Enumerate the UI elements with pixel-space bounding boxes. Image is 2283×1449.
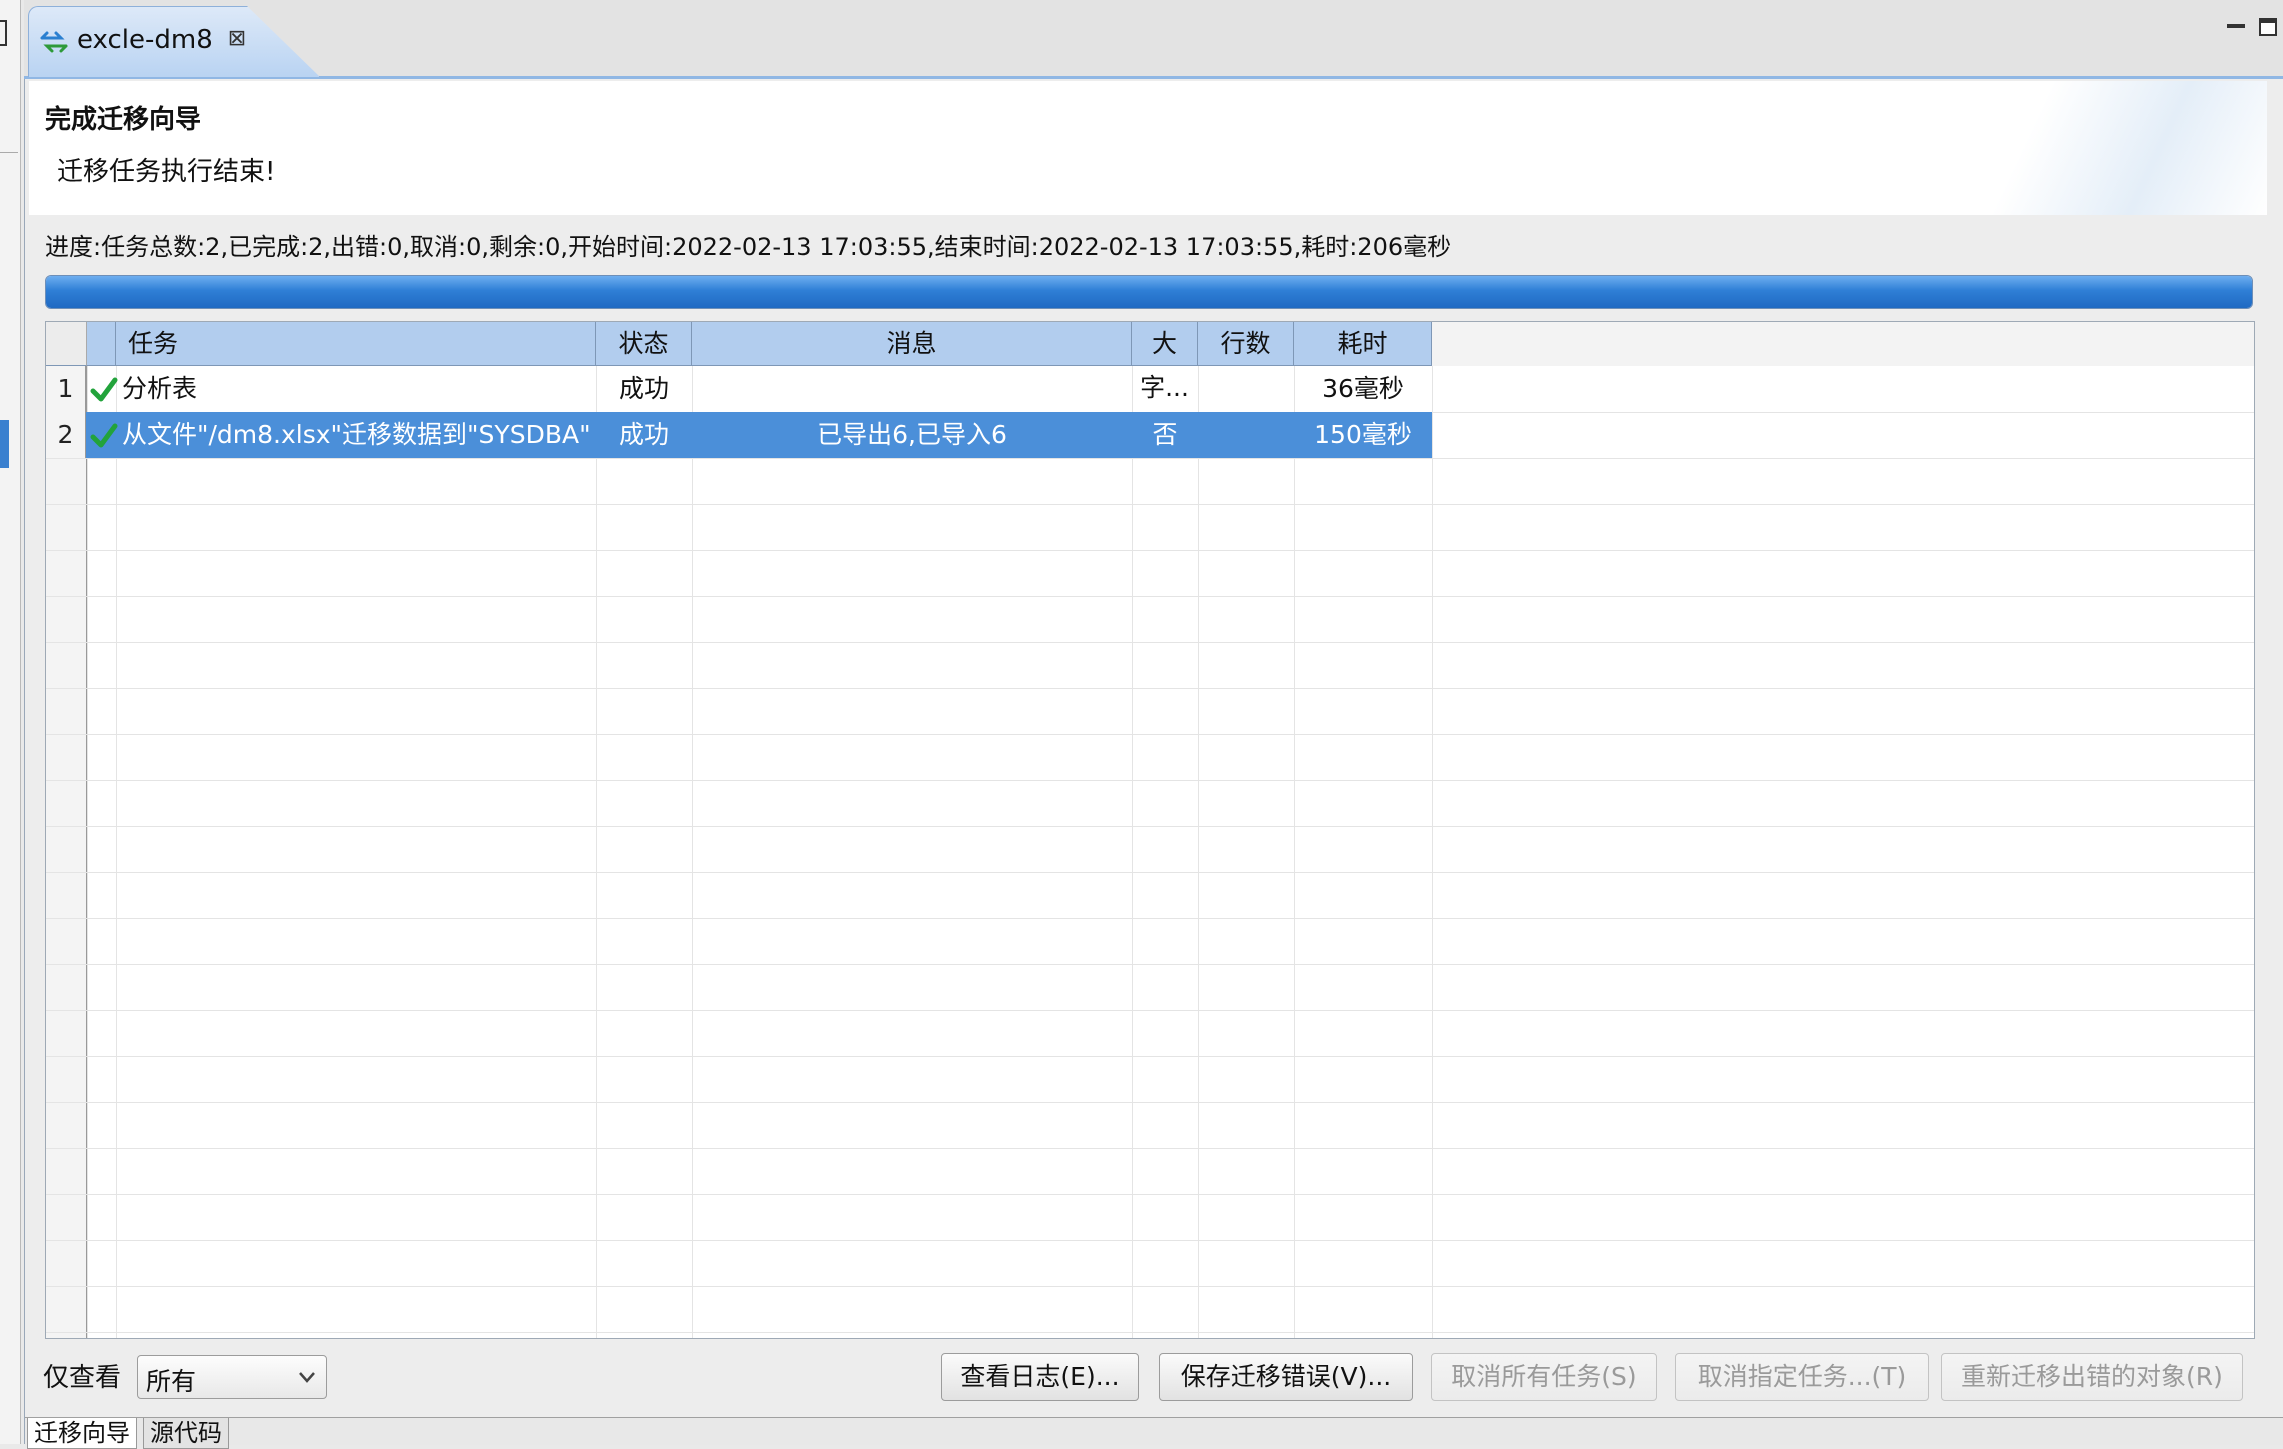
editor-tab-bar: excle-dm8 ⊠	[24, 0, 2283, 79]
task-message	[692, 366, 1132, 412]
grid-column-line	[1132, 366, 1133, 1338]
view-log-button[interactable]: 查看日志(E)...	[941, 1353, 1139, 1401]
table-body: 1 分析表 成功 36毫秒 2 从文件"/dm8.xlsx"迁移数据到"SYSD…	[46, 366, 2254, 1338]
maximize-button[interactable]	[2257, 16, 2279, 38]
grid-row-line	[46, 1194, 2254, 1195]
filter-label: 仅查看	[43, 1363, 122, 1393]
migration-editor: excle-dm8 ⊠ 完成迁移向导 迁移任务执行结束! 进度:任务总数:2,已…	[24, 0, 2283, 1449]
grid-column-line	[1294, 366, 1295, 1338]
grid-row-line	[46, 1148, 2254, 1149]
row-number: 2	[46, 412, 86, 458]
task-name: 分析表	[122, 374, 198, 403]
row-gutter	[46, 366, 87, 1338]
grid-row-line	[46, 1332, 2254, 1333]
grid-row-line	[46, 1056, 2254, 1057]
grid-row-line	[46, 1286, 2254, 1287]
grid-row-line	[46, 780, 2254, 781]
grid-row-line	[46, 642, 2254, 643]
task-time: 150毫秒	[1314, 420, 1412, 449]
grid-row-line	[46, 550, 2254, 551]
grid-column-line	[1432, 366, 1433, 1338]
grid-row-line	[46, 596, 2254, 597]
task-table[interactable]: 任务 状态 消息 大字... 行数 耗时 1 分析表 成功 36毫秒 2 从文件…	[45, 321, 2255, 1339]
retry-failed-button[interactable]: 重新迁移出错的对象(R)	[1941, 1353, 2243, 1401]
view-icon-fragment	[0, 20, 7, 46]
wizard-message: 迁移任务执行结束!	[57, 157, 276, 187]
check-icon	[90, 423, 118, 448]
grid-row-line	[46, 918, 2254, 919]
row-number-header	[46, 322, 87, 366]
grid-column-line	[1198, 366, 1199, 1338]
table-header: 任务 状态 消息 大字... 行数 耗时	[46, 322, 2254, 402]
task-rows	[1198, 366, 1294, 412]
column-header-time[interactable]: 耗时	[1294, 322, 1432, 366]
migrate-icon	[40, 31, 68, 53]
grid-row-line	[46, 872, 2254, 873]
task-status: 成功	[618, 420, 669, 449]
status-icon-header	[87, 322, 116, 366]
grid-column-line	[692, 366, 693, 1338]
table-row[interactable]: 1 分析表 成功 36毫秒	[46, 366, 2254, 412]
grid-row-line	[46, 734, 2254, 735]
minimize-button[interactable]	[2225, 16, 2247, 38]
task-status: 成功	[618, 374, 669, 403]
grid-row-line	[46, 688, 2254, 689]
task-lob: 否	[1152, 420, 1178, 449]
column-header-status[interactable]: 状态	[596, 322, 692, 366]
column-header-rows[interactable]: 行数	[1198, 322, 1294, 366]
chevron-down-icon	[299, 1372, 315, 1383]
cancel-selected-button[interactable]: 取消指定任务...(T)	[1675, 1353, 1929, 1401]
close-icon[interactable]: ⊠	[225, 27, 249, 51]
editor-tab[interactable]: excle-dm8 ⊠	[28, 6, 320, 77]
column-header-task[interactable]: 任务	[116, 322, 596, 366]
progress-text: 进度:任务总数:2,已完成:2,出错:0,取消:0,剩余:0,开始时间:2022…	[45, 233, 1452, 261]
task-name: 从文件"/dm8.xlsx"迁移数据到"SYSDBA"."TEST1"	[122, 420, 592, 449]
grid-row-line	[46, 1010, 2254, 1011]
task-lob	[1132, 366, 1198, 412]
task-message: 已导出6,已导入6	[817, 420, 1007, 449]
check-icon	[90, 377, 118, 402]
column-header-message[interactable]: 消息	[692, 322, 1132, 366]
grid-row-line	[46, 458, 2254, 459]
bottom-tab-bar: 迁移向导 源代码	[25, 1417, 2283, 1449]
progress-fill	[46, 276, 2252, 308]
grid-row-line	[46, 504, 2254, 505]
grid-row-line	[46, 826, 2254, 827]
selection-marker	[0, 420, 9, 468]
wizard-panel: 完成迁移向导 迁移任务执行结束! 进度:任务总数:2,已完成:2,出错:0,取消…	[24, 79, 2283, 1449]
tab-title: excle-dm8	[77, 25, 213, 55]
filter-select[interactable]: 所有	[137, 1355, 327, 1399]
task-rows	[1198, 412, 1294, 458]
filter-value: 所有	[146, 1367, 197, 1396]
tab-migration-wizard[interactable]: 迁移向导	[27, 1418, 137, 1449]
adjacent-view-edge	[0, 0, 21, 1444]
cancel-all-button[interactable]: 取消所有任务(S)	[1431, 1353, 1657, 1401]
grid-column-line	[596, 366, 597, 1338]
tab-source-code[interactable]: 源代码	[143, 1418, 229, 1449]
grid-column-line	[116, 366, 117, 1338]
grid-row-line	[46, 1102, 2254, 1103]
save-errors-button[interactable]: 保存迁移错误(V)...	[1159, 1353, 1413, 1401]
progress-bar	[45, 275, 2253, 309]
table-row[interactable]: 2 从文件"/dm8.xlsx"迁移数据到"SYSDBA"."TEST1" 成功…	[46, 412, 1432, 458]
grid-row-line	[46, 1240, 2254, 1241]
task-time: 36毫秒	[1322, 374, 1404, 403]
wizard-header: 完成迁移向导 迁移任务执行结束!	[29, 81, 2267, 215]
column-header-lob[interactable]: 大字...	[1132, 322, 1198, 402]
wizard-title: 完成迁移向导	[45, 105, 202, 135]
grid-row-line	[46, 964, 2254, 965]
row-number: 1	[46, 366, 86, 412]
grid-column-line	[87, 366, 88, 1338]
